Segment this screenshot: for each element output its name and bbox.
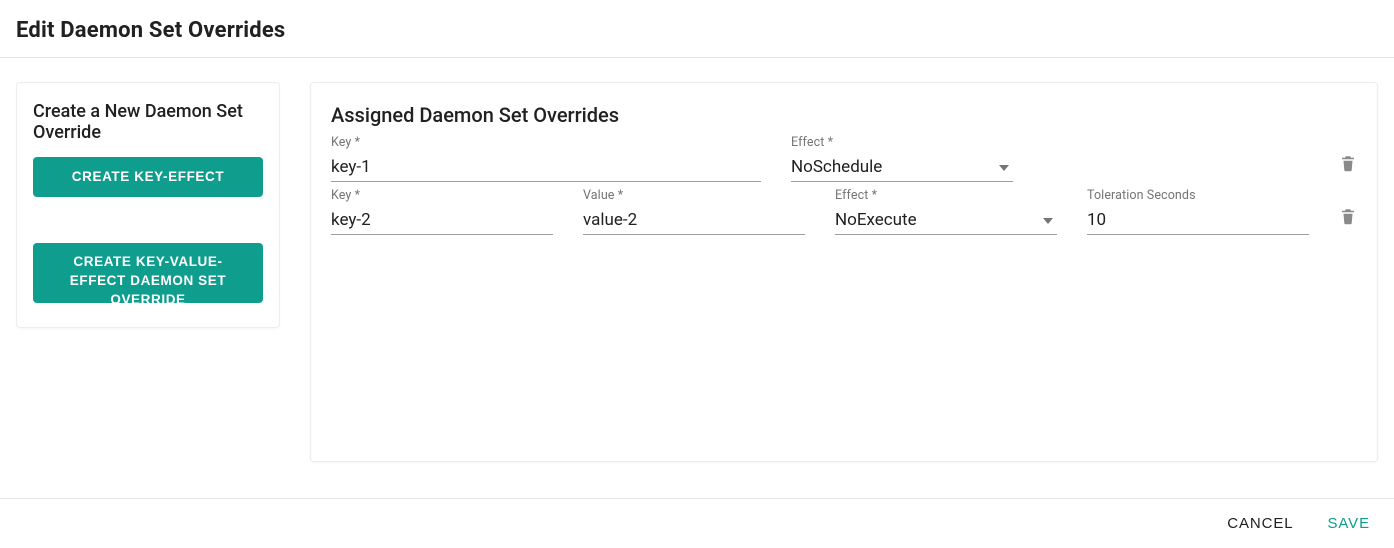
- key-input[interactable]: [331, 152, 761, 182]
- create-override-title: Create a New Daemon Set Override: [33, 101, 263, 143]
- delete-override-button[interactable]: [1339, 206, 1357, 229]
- create-key-effect-button[interactable]: CREATE KEY-EFFECT DAEMON SET OVERRIDE: [33, 157, 263, 197]
- page-title: Edit Daemon Set Overrides: [16, 18, 1378, 43]
- effect-select[interactable]: [791, 152, 1013, 182]
- footer: CANCEL SAVE: [0, 498, 1394, 548]
- value-input[interactable]: [583, 205, 805, 235]
- key-input[interactable]: [331, 205, 553, 235]
- override-row: Key * Value * Effect * Toleration Second…: [331, 188, 1357, 235]
- trash-icon: [1339, 214, 1357, 229]
- toleration-seconds-label: Toleration Seconds: [1087, 188, 1309, 203]
- toleration-seconds-input[interactable]: [1087, 205, 1309, 235]
- effect-label: Effect *: [835, 188, 1057, 203]
- key-label: Key *: [331, 188, 553, 203]
- assigned-overrides-card: Assigned Daemon Set Overrides Key * Effe…: [310, 82, 1378, 462]
- effect-label: Effect *: [791, 135, 1013, 150]
- trash-icon: [1339, 161, 1357, 176]
- cancel-button[interactable]: CANCEL: [1227, 515, 1293, 532]
- key-label: Key *: [331, 135, 761, 150]
- create-key-value-effect-button[interactable]: CREATE KEY-VALUE-EFFECT DAEMON SET OVERR…: [33, 243, 263, 303]
- save-button[interactable]: SAVE: [1327, 515, 1370, 532]
- override-row: Key * Effect *: [331, 135, 1357, 182]
- page-header: Edit Daemon Set Overrides: [0, 0, 1394, 58]
- delete-override-button[interactable]: [1339, 153, 1357, 176]
- create-override-card: Create a New Daemon Set Override CREATE …: [16, 82, 280, 328]
- effect-select[interactable]: [835, 205, 1057, 235]
- value-label: Value *: [583, 188, 805, 203]
- assigned-overrides-title: Assigned Daemon Set Overrides: [331, 103, 1357, 127]
